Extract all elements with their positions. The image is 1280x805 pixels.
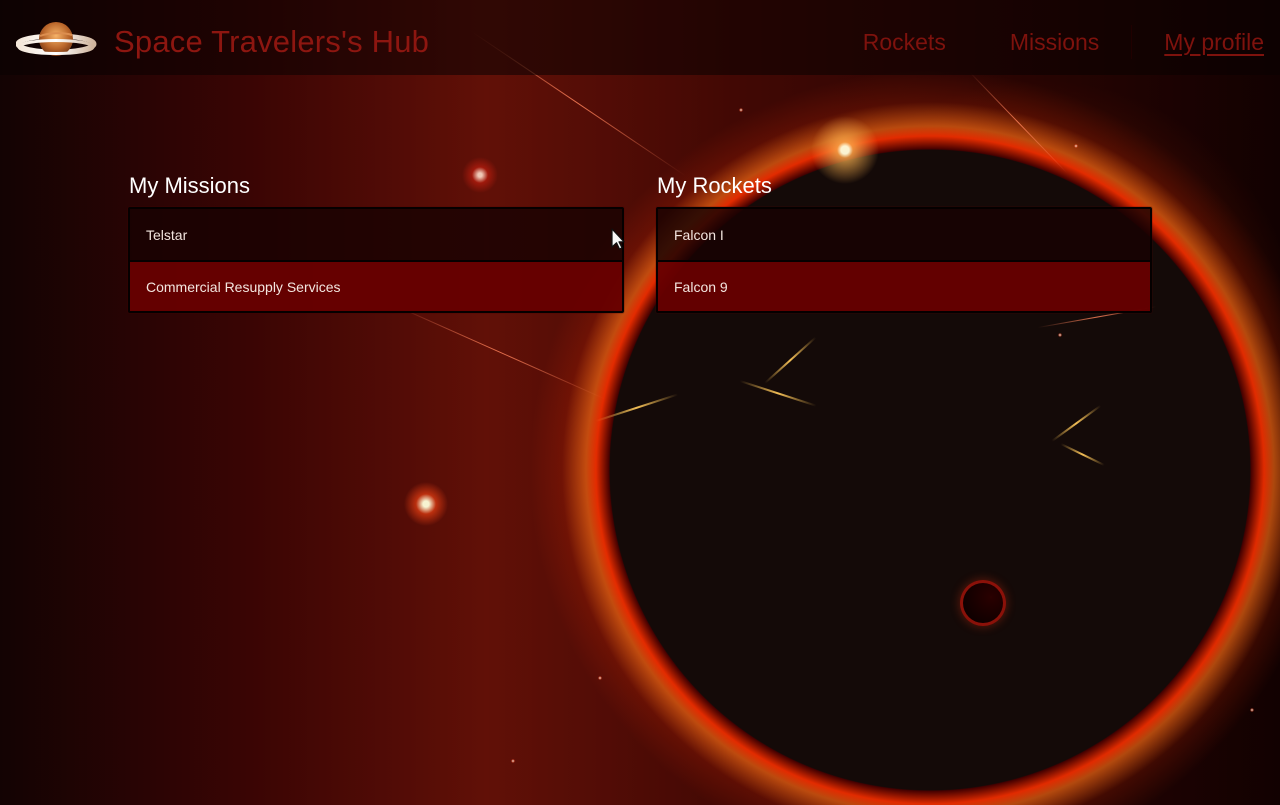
- rockets-list: Falcon I Falcon 9: [656, 207, 1152, 313]
- distant-star: [511, 759, 515, 763]
- nav-profile-link[interactable]: My profile: [1164, 30, 1264, 54]
- mission-list-item: Telstar: [130, 209, 622, 260]
- distant-star: [598, 676, 602, 680]
- my-missions-panel: My Missions Telstar Commercial Resupply …: [128, 172, 624, 313]
- rocket-name: Falcon 9: [674, 278, 728, 295]
- small-moon: [960, 580, 1006, 626]
- brand: Space Travelers's Hub: [16, 18, 429, 63]
- my-rockets-panel: My Rockets Falcon I Falcon 9: [656, 172, 1152, 313]
- mission-list-item: Commercial Resupply Services: [130, 260, 622, 311]
- nav-missions-link[interactable]: Missions: [1010, 30, 1099, 54]
- planet-icon: [16, 18, 98, 63]
- space-background: [0, 0, 1280, 805]
- mouse-pointer-icon: [611, 228, 625, 250]
- glowing-crack: [764, 336, 817, 384]
- nav-divider: [1131, 25, 1133, 59]
- profile-content: My Missions Telstar Commercial Resupply …: [128, 172, 1152, 313]
- glowing-crack: [739, 380, 817, 407]
- light-streak: [394, 305, 606, 400]
- mission-name: Telstar: [146, 226, 188, 243]
- site-title: Space Travelers's Hub: [114, 23, 430, 59]
- distant-star: [1074, 144, 1078, 148]
- glowing-crack: [1051, 404, 1102, 442]
- nav-rockets-link[interactable]: Rockets: [863, 30, 946, 54]
- main-navigation: Rockets Missions My profile: [863, 25, 1264, 59]
- distant-star: [739, 108, 743, 112]
- missions-list: Telstar Commercial Resupply Services: [128, 207, 624, 313]
- glowing-crack: [595, 393, 679, 422]
- distant-star: [1250, 708, 1254, 712]
- rocket-list-item: Falcon 9: [658, 260, 1150, 311]
- my-missions-title: My Missions: [129, 173, 251, 198]
- light-streak: [969, 72, 1068, 174]
- distant-star: [1058, 333, 1062, 337]
- rocket-list-item: Falcon I: [658, 209, 1150, 260]
- mission-name: Commercial Resupply Services: [146, 278, 341, 295]
- my-rockets-title: My Rockets: [657, 173, 772, 198]
- glowing-crack: [1060, 443, 1105, 466]
- rocket-name: Falcon I: [674, 226, 724, 243]
- site-header: Space Travelers's Hub Rockets Missions M…: [0, 0, 1280, 75]
